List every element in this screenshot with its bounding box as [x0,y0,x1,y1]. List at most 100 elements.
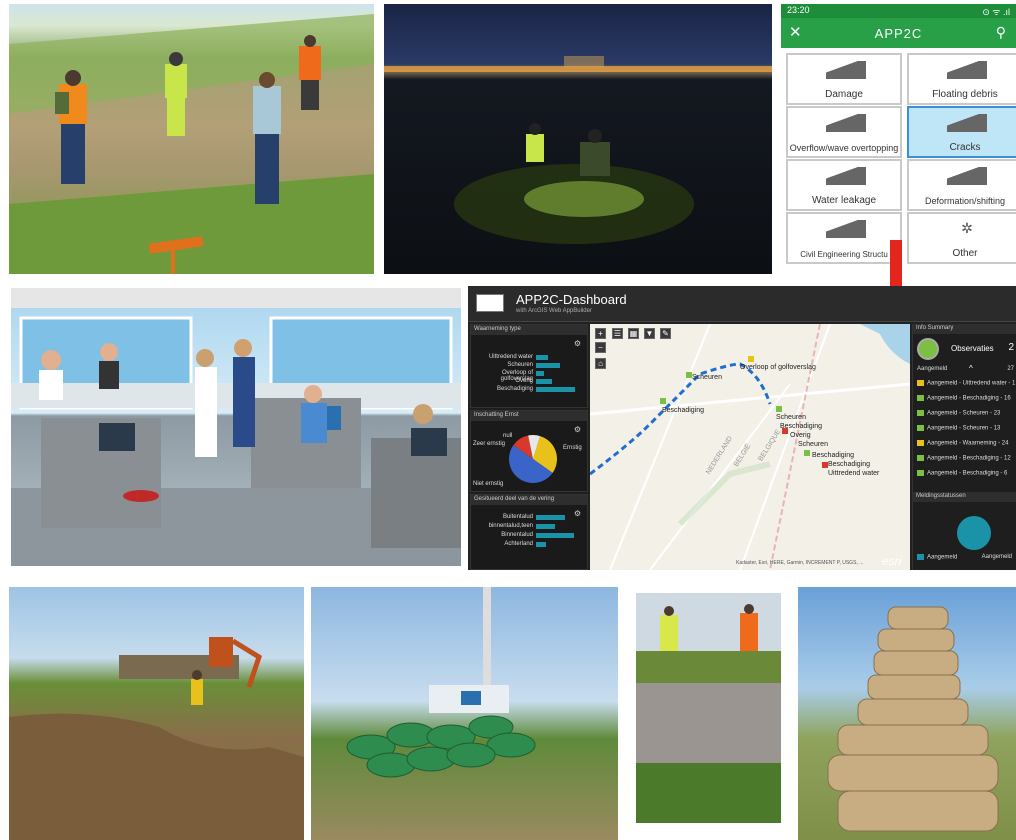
pie-label: Niet ernstig [473,481,503,487]
satellite-icon[interactable]: ⚲ [996,24,1006,41]
app2c-dashboard: APP2C-Dashboard with ArcGIS Web AppBuild… [468,286,1016,570]
bar[interactable] [536,371,544,376]
draw-button[interactable]: ✎ [660,328,671,339]
excavator-scene [9,637,304,840]
bar-label: Buitentalud [502,514,533,520]
bar-label: Achterland [504,541,533,547]
panel-header: Info Summary [913,324,1016,334]
bar-label: Binnentalud [501,532,533,538]
category-label: Damage [825,89,863,100]
map-marker[interactable] [804,450,810,456]
status-header: Meldingsstatussen [913,492,1016,502]
photo-excavator-dike [9,587,304,840]
gear-icon[interactable]: ⚙ [574,339,581,348]
gear-icon[interactable]: ⚙ [574,509,581,518]
app-title: APP2C [874,26,923,41]
overflow-icon [826,114,866,132]
panel-header: Gesitueerd deel van de vering [471,495,587,505]
map-marker[interactable] [776,406,782,412]
dashboard-title: APP2C-Dashboard [516,292,627,307]
observation-label: Aangemeld - Uittredend water - 1 [927,380,1016,387]
observations-title: Observaties [951,344,994,353]
photo-green-sandbags-crane [311,587,618,840]
observation-label: Aangemeld - Waarneming - 24 [927,440,1009,447]
observations-count: 2 [1008,342,1014,353]
category-water-leakage[interactable]: Water leakage [786,159,902,211]
panel-header: Waarneming type [471,325,587,335]
category-deformation[interactable]: Deformation/shifting [907,159,1016,211]
category-other[interactable]: ✲ Other [907,212,1016,264]
observation-label: Aangemeld - Beschadiging - 16 [927,395,1011,402]
observation-label: Aangemeld - Scheuren - 13 [927,425,1001,432]
observation-label: Aangemeld - Beschadiging - 12 [927,455,1011,462]
flag-icon [917,470,924,476]
observation-label: Aangemeld - Scheuren - 23 [927,410,1001,417]
map-marker[interactable] [782,428,788,434]
category-damage[interactable]: Damage [786,53,902,105]
water-leakage-icon [826,167,866,185]
damage-icon [826,61,866,79]
panel-location: Gesitueerd deel van de vering ⚙ Buitenta… [470,494,588,570]
grid-button[interactable]: ▦ [628,328,639,339]
zoom-out-button[interactable]: − [595,342,606,353]
category-overflow[interactable]: Overflow/wave overtopping [786,106,902,158]
filter-icon[interactable]: ▼ [644,328,655,339]
photo-sandbag-stack [798,587,1016,840]
bar[interactable] [536,363,560,368]
flag-icon [917,410,924,416]
map-label: Overig [790,432,811,439]
flag-icon [917,425,924,431]
observation-item[interactable]: Aangemeld - Scheuren - 23 [917,410,1016,417]
esri-logo: esri [882,554,902,568]
panel-observation-type: Waarneming type ⚙ Uittredend water Scheur… [470,324,588,408]
map-label: Uittredend water [828,470,880,477]
sub-count: 27 [1007,366,1014,372]
map-marker[interactable] [748,356,754,362]
photo-night-inspection [384,4,772,274]
observation-item[interactable]: Aangemeld - Uittredend water - 1 [917,380,1016,387]
bar[interactable] [536,379,552,384]
observation-label: Aangemeld - Beschadiging - 6 [927,470,1008,477]
category-label: Floating debris [932,89,998,100]
bar[interactable] [536,542,546,547]
observation-item[interactable]: Aangemeld - Waarneming - 24 [917,440,1016,447]
observations-icon [917,338,939,360]
bar[interactable] [536,355,548,360]
flag-icon [917,440,924,446]
civil-engineering-icon [826,220,866,238]
office-scene [11,288,461,566]
plant-icon: ✲ [961,220,973,236]
map-label: Beschadiging [662,407,705,414]
zoom-in-button[interactable]: + [595,328,606,339]
app-bar: ✕ APP2C ⚲ [781,18,1016,48]
layer-list-button[interactable]: ☰ [612,328,623,339]
crane-scene [346,587,536,778]
grass-mat-scene [636,593,781,823]
observation-item[interactable]: Aangemeld - Scheuren - 13 [917,425,1016,432]
observation-item[interactable]: Aangemeld - Beschadiging - 6 [917,470,1016,477]
left-panel: Waarneming type ⚙ Uittredend water Scheur… [470,324,588,570]
bar[interactable] [536,387,575,392]
chevron-up-icon[interactable]: ^ [969,364,973,373]
map-view[interactable]: + − ⌂ ☰ ▦ ▼ ✎ Overloop of golfoverslag S… [590,324,910,570]
pie-label: null [503,433,512,439]
sub-label: Aangemeld [917,366,948,372]
dashboard-subtitle: with ArcGIS Web AppBuilder [516,308,592,314]
home-button[interactable]: ⌂ [595,358,606,369]
flag-icon [917,395,924,401]
bar[interactable] [536,524,555,529]
pie-label: Ernstig [563,445,582,451]
category-cracks[interactable]: Cracks [907,106,1016,158]
legend-swatch [917,554,924,560]
category-label: Water leakage [811,195,877,206]
bar[interactable] [536,533,575,538]
bar-label: Overig [515,378,533,384]
observation-item[interactable]: Aangemeld - Beschadiging - 12 [917,455,1016,462]
map-label: Beschadiging [812,452,855,459]
category-label: Other [952,248,978,259]
phone-app-screenshot: 23:20 ⊙ ᯤ .ıl ✕ APP2C ⚲ Damage Floating … [781,4,1016,274]
observation-item[interactable]: Aangemeld - Beschadiging - 16 [917,395,1016,402]
category-floating-debris[interactable]: Floating debris [907,53,1016,105]
bar[interactable] [536,515,566,520]
map-marker[interactable] [660,398,666,404]
